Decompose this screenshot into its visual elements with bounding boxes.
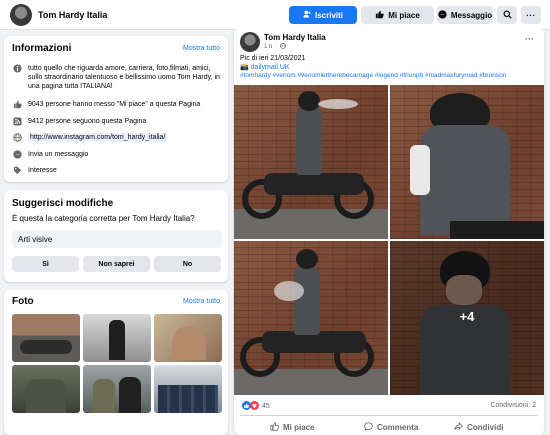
info-website-row: http://www.instagram.com/tom_hardy_itali… [12,133,222,143]
rss-follow-icon [12,117,22,127]
message-label: Messaggio [450,10,493,20]
thumbs-up-icon [375,10,384,21]
search-icon [502,9,512,21]
about-card: Informazioni Mostra tutto tutto quello c… [4,36,228,182]
post-hashtags[interactable]: #tomhardy #venom #venomlettherebecarnage… [240,72,540,79]
actions-divider [240,415,538,416]
like-page-label: Mi piace [388,10,420,20]
shares-count[interactable]: Condivisioni: 2 [490,402,536,409]
info-likes-row: 9043 persone hanno messo "Mi piace" a qu… [12,100,222,110]
share-action-label: Condividi [467,422,504,432]
page-description: tutto quello che riguarda amore, carrier… [28,65,220,90]
about-show-all-link[interactable]: Mostra tutto [183,45,220,52]
no-button[interactable]: No [154,256,221,272]
like-page-button[interactable]: Mi piace [361,6,434,24]
yes-button[interactable]: Sì [12,256,79,272]
more-photos-count: +4 [459,309,475,324]
share-action-button[interactable]: Condividi [454,420,503,434]
about-title: Informazioni [12,43,72,54]
not-sure-label: Non saprei [98,260,135,268]
followers-count-text: 9412 persone seguono questa Pagina [28,118,147,125]
more-options-button[interactable]: ··· [521,6,541,24]
no-label: No [182,260,193,268]
post-photo[interactable] [234,85,388,239]
page-title[interactable]: Tom Hardy Italia [38,10,107,20]
photo-thumbnail[interactable] [154,314,222,362]
thumbs-up-icon [12,100,22,110]
thumbs-up-icon [270,421,280,433]
photo-thumbnail[interactable] [83,314,151,362]
post-caption: Pic di ieri 21/03/2021 [240,55,306,62]
suggest-title: Suggerisci modifiche [12,198,114,209]
dot-separator: · [275,44,278,50]
tag-icon [12,166,22,176]
post-meta: 1 h · [264,43,287,51]
post-card: Tom Hardy Italia 1 h · ··· Pic di ieri 2… [234,28,544,435]
follow-icon [303,10,311,20]
post-source-link[interactable]: 📸 dailymail.UK [240,63,290,71]
website-link[interactable]: http://www.instagram.com/tom_hardy_itali… [28,133,168,142]
suggested-category-field: Arti visive [12,230,222,248]
love-reaction-icon [250,401,259,412]
ellipsis-icon: ··· [526,10,536,20]
follow-button[interactable]: Iscriviti [289,6,357,24]
post-photo[interactable] [234,241,388,395]
public-globe-icon [280,43,287,51]
search-button[interactable] [497,6,517,24]
info-description-row: tutto quello che riguarda amore, carrier… [12,64,222,91]
post-author-avatar[interactable] [240,32,260,52]
not-sure-button[interactable]: Non saprei [83,256,150,272]
messenger-icon [438,9,447,21]
comment-action-label: Commenta [377,422,419,432]
post-options-icon[interactable]: ··· [525,34,534,44]
suggested-category-value: Arti visive [18,234,53,244]
post-photo[interactable] [390,85,544,239]
like-action-label: Mi piace [283,422,315,432]
page-avatar[interactable] [10,3,32,26]
category-link[interactable]: Interesse [28,166,57,175]
comment-icon [364,421,373,433]
like-action-button[interactable]: Mi piace [270,420,315,434]
post-author-name[interactable]: Tom Hardy Italia [264,33,326,42]
yes-label: Sì [42,260,49,268]
share-icon [454,421,463,433]
messenger-icon [12,150,22,160]
send-message-link[interactable]: Invia un messaggio [28,150,88,159]
message-button[interactable]: Messaggio [437,6,493,24]
post-photo-grid: +4 [234,85,544,395]
follow-label: Iscriviti [314,10,343,20]
photo-thumbnail[interactable] [154,365,222,413]
photo-thumbnail[interactable] [83,365,151,413]
info-message-row: Invia un messaggio [12,150,222,160]
photo-thumbnail[interactable] [12,365,80,413]
globe-icon [12,133,22,143]
photo-thumbnail[interactable] [12,314,80,362]
page-header: Tom Hardy Italia Iscriviti Mi piace Mess… [0,0,550,30]
post-photo[interactable]: +4 [390,241,544,395]
suggest-question: È questa la categoria corretta per Tom H… [12,214,195,223]
post-time[interactable]: 1 h [264,44,272,50]
photos-title: Foto [12,296,34,307]
comment-action-button[interactable]: Commenta [364,420,418,434]
info-category-row: Interesse [12,166,222,176]
reactions-summary[interactable]: 45 [242,401,270,412]
likes-count-text: 9043 persone hanno messo "Mi piace" a qu… [28,101,201,108]
info-icon [12,64,22,74]
photos-show-all-link[interactable]: Mostra tutto [183,298,220,305]
photos-card: Foto Mostra tutto [4,290,228,435]
suggest-edits-card: Suggerisci modifiche È questa la categor… [4,190,228,282]
info-followers-row: 9412 persone seguono questa Pagina [12,117,222,127]
reactions-count: 45 [262,403,270,410]
